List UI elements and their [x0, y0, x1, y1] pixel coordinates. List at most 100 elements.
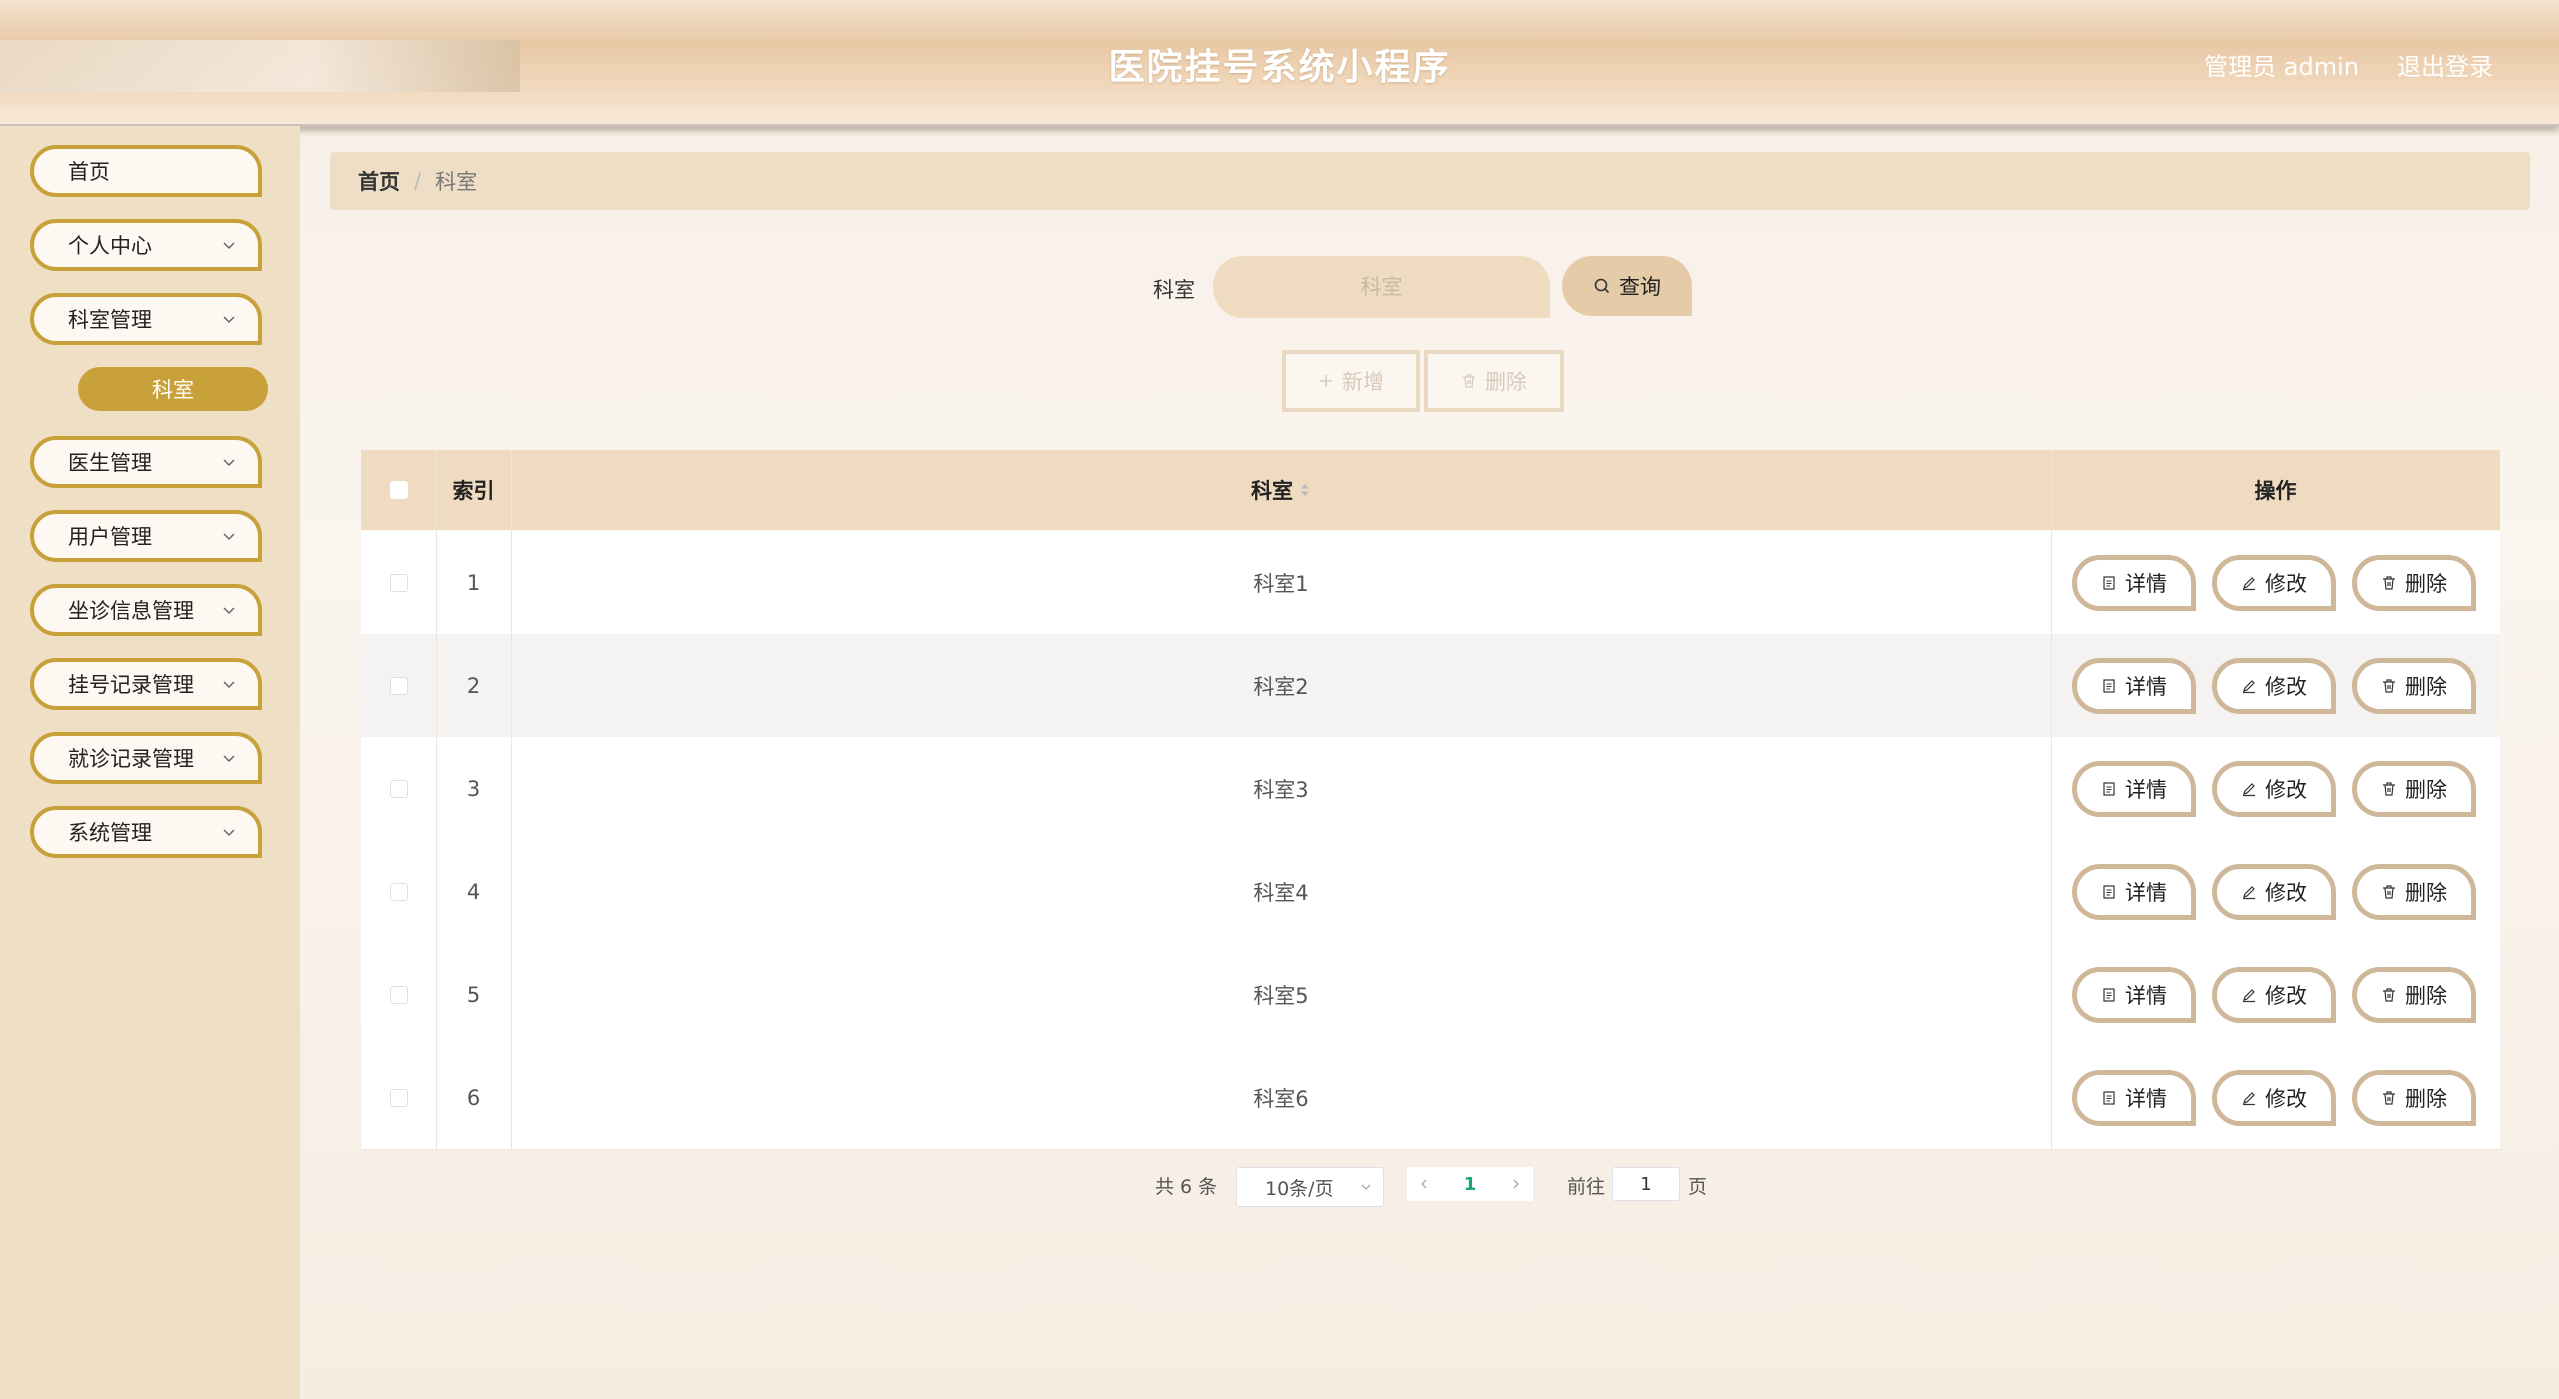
query-button[interactable]: 查询: [1562, 256, 1692, 316]
sidebar-item-department[interactable]: 科室管理: [30, 293, 262, 345]
trash-icon: [2383, 1091, 2395, 1105]
delete-button[interactable]: 删除: [2352, 1070, 2476, 1126]
trash-icon: [2383, 782, 2395, 796]
edit-label: 修改: [2265, 881, 2307, 905]
row-department-name: 科室2: [1253, 674, 1309, 699]
row-index: 3: [466, 776, 481, 801]
chevron-down-icon: [223, 533, 235, 541]
breadcrumb-home[interactable]: 首页: [358, 166, 400, 196]
page-size-value: 10条/页: [1265, 1177, 1334, 1200]
edit-label: 修改: [2265, 675, 2307, 699]
delete-button[interactable]: 删除: [2352, 967, 2476, 1023]
edit-button[interactable]: 修改: [2212, 555, 2336, 611]
detail-button[interactable]: 详情: [2072, 658, 2196, 714]
detail-label: 详情: [2125, 881, 2167, 905]
document-icon: [2103, 1091, 2115, 1105]
edit-icon: [2243, 989, 2255, 1003]
detail-label: 详情: [2125, 984, 2167, 1008]
select-all-checkbox[interactable]: [389, 481, 408, 499]
table-row: 4 科室4 详情 修改 删除: [361, 840, 2500, 944]
edit-button[interactable]: 修改: [2212, 1070, 2336, 1126]
chevron-right-icon[interactable]: [1509, 1177, 1523, 1191]
delete-label: 删除: [2405, 984, 2447, 1008]
app-title: 医院挂号系统小程序: [1108, 47, 1451, 88]
current-user: 管理员 admin: [2204, 53, 2359, 81]
document-icon: [2103, 885, 2115, 899]
column-header-department[interactable]: 科室: [511, 450, 2051, 530]
sidebar-item-visit[interactable]: 就诊记录管理: [30, 732, 262, 784]
detail-button[interactable]: 详情: [2072, 1070, 2196, 1126]
row-index: 1: [466, 570, 481, 595]
row-checkbox[interactable]: [389, 779, 408, 798]
detail-button[interactable]: 详情: [2072, 761, 2196, 817]
delete-button[interactable]: 删除: [2352, 658, 2476, 714]
page-size-select[interactable]: 10条/页: [1236, 1167, 1384, 1207]
sidebar-item-profile[interactable]: 个人中心: [30, 219, 262, 271]
detail-label: 详情: [2125, 572, 2167, 596]
breadcrumb-current: 科室: [435, 170, 478, 194]
trash-icon: [2383, 576, 2395, 590]
delete-label: 删除: [2405, 675, 2447, 699]
edit-button[interactable]: 修改: [2212, 658, 2336, 714]
trash-icon: [2383, 988, 2395, 1002]
table-row: 6 科室6 详情 修改 删除: [361, 1046, 2500, 1150]
detail-label: 详情: [2125, 778, 2167, 802]
document-icon: [2103, 782, 2115, 796]
row-checkbox[interactable]: [389, 1088, 408, 1107]
detail-button[interactable]: 详情: [2072, 555, 2196, 611]
logout-button[interactable]: 退出登录: [2397, 47, 2493, 82]
search-icon: [1594, 278, 1610, 294]
sidebar-item-home[interactable]: 首页: [30, 145, 262, 197]
row-checkbox[interactable]: [389, 676, 408, 695]
edit-button[interactable]: 修改: [2212, 864, 2336, 920]
sidebar-item-label: 就诊记录管理: [68, 747, 194, 771]
detail-button[interactable]: 详情: [2072, 967, 2196, 1023]
column-divider: [436, 450, 437, 1150]
delete-label: 删除: [2405, 881, 2447, 905]
column-header-operations: 操作: [2254, 479, 2297, 503]
row-department-name: 科室1: [1253, 571, 1309, 596]
breadcrumb: 首页 / 科室: [330, 152, 2530, 210]
sidebar-item-label: 用户管理: [68, 525, 152, 549]
sidebar-item-user[interactable]: 用户管理: [30, 510, 262, 562]
row-checkbox[interactable]: [389, 882, 408, 901]
sidebar-item-schedule[interactable]: 坐诊信息管理: [30, 584, 262, 636]
chevron-down-icon: [223, 242, 235, 250]
row-checkbox[interactable]: [389, 573, 408, 592]
sidebar-item-system[interactable]: 系统管理: [30, 806, 262, 858]
chevron-left-icon[interactable]: [1417, 1177, 1431, 1191]
sidebar-item-registration[interactable]: 挂号记录管理: [30, 658, 262, 710]
search-input[interactable]: [1213, 256, 1550, 318]
chevron-down-icon: [223, 755, 235, 763]
delete-label: 删除: [2405, 778, 2447, 802]
row-index: 6: [466, 1085, 481, 1110]
edit-icon: [2243, 886, 2255, 900]
page-suffix: 页: [1688, 1176, 1708, 1198]
delete-button[interactable]: 删除: [2352, 761, 2476, 817]
row-checkbox[interactable]: [389, 985, 408, 1004]
delete-button[interactable]: 删除: [2352, 555, 2476, 611]
goto-page-input[interactable]: [1612, 1167, 1680, 1201]
edit-label: 修改: [2265, 984, 2307, 1008]
sidebar-item-label: 个人中心: [68, 234, 152, 258]
edit-icon: [2243, 1092, 2255, 1106]
trash-icon: [2383, 679, 2395, 693]
delete-label: 删除: [2405, 572, 2447, 596]
add-button[interactable]: 新增: [1282, 350, 1420, 412]
sidebar-subitem-department[interactable]: 科室: [78, 367, 268, 411]
document-icon: [2103, 988, 2115, 1002]
sidebar-item-doctor[interactable]: 医生管理: [30, 436, 262, 488]
delete-button[interactable]: 删除: [2352, 864, 2476, 920]
edit-button[interactable]: 修改: [2212, 761, 2336, 817]
column-divider: [511, 450, 512, 1150]
row-department-name: 科室3: [1253, 777, 1309, 802]
goto-label: 前往: [1567, 1176, 1606, 1198]
batch-delete-button[interactable]: 删除: [1424, 350, 1564, 412]
detail-button[interactable]: 详情: [2072, 864, 2196, 920]
page-number[interactable]: 1: [1464, 1174, 1477, 1195]
search-label: 科室: [1153, 278, 1195, 302]
edit-button[interactable]: 修改: [2212, 967, 2336, 1023]
edit-icon: [2243, 577, 2255, 591]
table-row: 1 科室1 详情 修改 删除: [361, 531, 2500, 635]
table-row: 3 科室3 详情 修改 删除: [361, 737, 2500, 841]
